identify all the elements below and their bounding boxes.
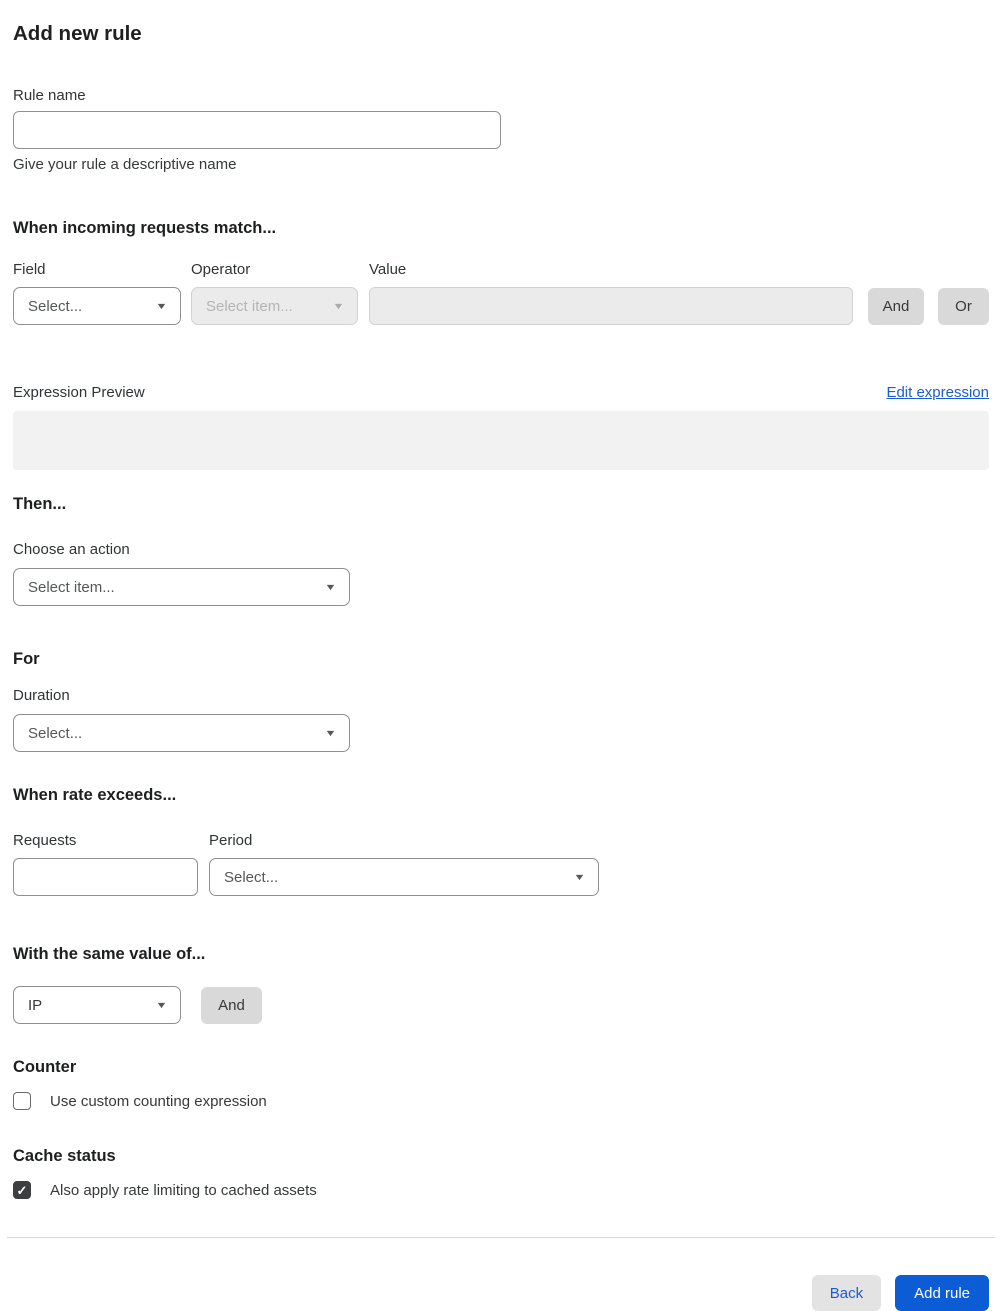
caret-down-icon: ▼ xyxy=(324,728,337,738)
back-button[interactable]: Back xyxy=(811,1275,882,1311)
expression-preview-box xyxy=(13,411,989,470)
custom-counting-checkbox-label[interactable]: Use custom counting expression xyxy=(50,1093,267,1110)
period-select-value: Select... xyxy=(224,868,279,886)
add-rule-form: Add new rule Rule name Give your rule a … xyxy=(0,0,1002,1311)
action-select[interactable]: Select item... ▼ xyxy=(13,568,350,606)
duration-select-value: Select... xyxy=(28,724,83,742)
check-icon: ✓ xyxy=(16,1182,28,1198)
operator-column: Operator Select item... ▼ xyxy=(191,260,358,325)
period-select[interactable]: Select... ▼ xyxy=(209,858,599,896)
expression-preview-header: Expression Preview Edit expression xyxy=(13,383,989,403)
expression-preview-label: Expression Preview xyxy=(13,384,145,401)
cache-section-heading: Cache status xyxy=(13,1147,116,1165)
then-section-heading: Then... xyxy=(13,495,67,513)
match-row: Field Select... ▼ Operator Select item..… xyxy=(13,260,989,325)
period-label: Period xyxy=(209,832,253,849)
value-label: Value xyxy=(369,261,407,278)
requests-label: Requests xyxy=(13,832,77,849)
requests-column: Requests xyxy=(13,831,198,896)
custom-counting-checkbox[interactable]: ✓ xyxy=(13,1092,31,1110)
field-select[interactable]: Select... ▼ xyxy=(13,287,181,325)
add-rule-button[interactable]: Add rule xyxy=(895,1275,989,1311)
duration-label: Duration xyxy=(13,687,70,704)
page-title: Add new rule xyxy=(13,22,142,45)
rule-name-input[interactable] xyxy=(13,111,501,149)
same-value-and-button[interactable]: And xyxy=(201,986,262,1024)
rate-section-heading: When rate exceeds... xyxy=(13,786,177,804)
value-column: Value xyxy=(369,260,853,325)
counter-section-heading: Counter xyxy=(13,1058,77,1076)
rule-name-label: Rule name xyxy=(13,87,86,104)
operator-select-value: Select item... xyxy=(206,297,293,315)
match-section-heading: When incoming requests match... xyxy=(13,219,277,237)
edit-expression-link[interactable]: Edit expression xyxy=(886,384,989,401)
cached-assets-checkbox[interactable]: ✓ xyxy=(13,1181,31,1199)
caret-down-icon: ▼ xyxy=(155,301,168,311)
field-column: Field Select... ▼ xyxy=(13,260,181,325)
caret-down-icon: ▼ xyxy=(573,872,586,882)
counter-checkbox-row: ✓ Use custom counting expression xyxy=(13,1092,989,1110)
characteristic-select-value: IP xyxy=(28,996,43,1014)
rule-name-help-text: Give your rule a descriptive name xyxy=(13,156,237,173)
choose-action-label: Choose an action xyxy=(13,541,130,558)
period-column: Period Select... ▼ xyxy=(209,831,599,896)
characteristic-select[interactable]: IP ▼ xyxy=(13,986,181,1024)
and-button[interactable]: And xyxy=(868,288,924,325)
requests-input[interactable] xyxy=(13,858,198,896)
field-label: Field xyxy=(13,261,46,278)
footer-divider xyxy=(7,1237,995,1238)
value-input xyxy=(369,287,853,325)
same-value-section-heading: With the same value of... xyxy=(13,945,206,963)
operator-select: Select item... ▼ xyxy=(191,287,358,325)
action-select-value: Select item... xyxy=(28,578,115,596)
same-value-row: IP ▼ And xyxy=(13,986,989,1024)
or-button[interactable]: Or xyxy=(938,288,989,325)
caret-down-icon: ▼ xyxy=(332,301,345,311)
caret-down-icon: ▼ xyxy=(155,1000,168,1010)
for-section-heading: For xyxy=(13,650,40,668)
field-select-value: Select... xyxy=(28,297,83,315)
operator-label: Operator xyxy=(191,261,251,278)
caret-down-icon: ▼ xyxy=(324,582,337,592)
duration-select[interactable]: Select... ▼ xyxy=(13,714,350,752)
rate-row: Requests Period Select... ▼ xyxy=(13,831,989,896)
cache-checkbox-row: ✓ Also apply rate limiting to cached ass… xyxy=(13,1181,989,1199)
cached-assets-checkbox-label[interactable]: Also apply rate limiting to cached asset… xyxy=(50,1182,317,1199)
footer-actions: Back Add rule xyxy=(13,1275,989,1311)
